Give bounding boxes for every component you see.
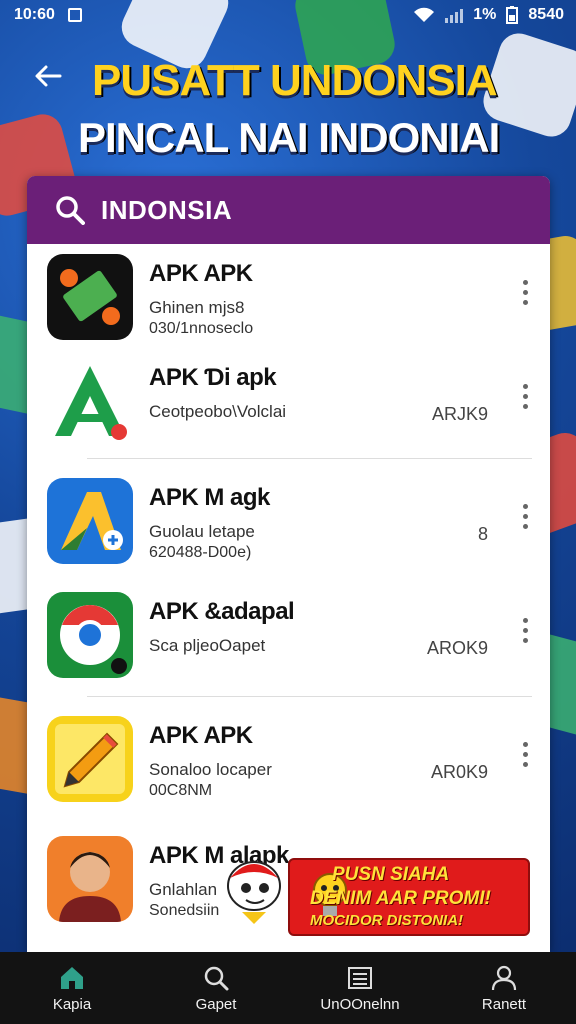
status-time: 10:60 (14, 6, 55, 23)
divider (87, 458, 532, 459)
app-subtitle: Guolau letape (149, 522, 255, 541)
app-subtitle: Sonaloo locaper (149, 760, 272, 779)
signal-icon (445, 7, 464, 23)
app-detail: 030/1nnoseclo (149, 320, 254, 337)
bottom-nav: Kapia Gapet UnOOnelnn Ranett (0, 952, 576, 1024)
search-icon (56, 196, 85, 225)
notification-icon (68, 8, 82, 22)
promo-line-1: PUSN SIAHA (332, 864, 450, 885)
app-detail: Sonedsiin (149, 902, 220, 919)
app-subtitle: Ghinen mjs8 (149, 298, 245, 317)
divider (87, 696, 532, 697)
back-button[interactable] (30, 60, 66, 96)
nav-label: Ranett (481, 995, 527, 1013)
app-subtitle: Sca pljeoOapet (149, 636, 266, 655)
promo-banner[interactable]: PUSN SIAHA DENIM AAR PROMI! MOCIDOR DIST… (222, 852, 532, 942)
nav-item-search[interactable]: Gapet (144, 952, 288, 1024)
app-title: APK &adapal (149, 598, 295, 625)
app-icon-blue-a (47, 478, 133, 564)
app-icon-avatar (47, 836, 133, 922)
list-item[interactable]: APK APK Ghinen mjs8 030/1nnoseclo (27, 244, 550, 354)
promo-line-3: MOCIDOR DISTONIA! (310, 912, 464, 929)
mascot-icon (227, 861, 281, 924)
arrow-left-icon (35, 65, 62, 87)
app-list-card: INDONSIA APK APK Ghinen mjs8 030/1nnosec… (27, 176, 550, 952)
wifi-icon (414, 7, 435, 22)
more-options-icon[interactable] (520, 742, 530, 772)
hero-subtitle: PINCAL NAI INDONIAI (78, 114, 500, 161)
more-options-icon[interactable] (520, 384, 530, 414)
nav-label: Gapet (195, 995, 237, 1013)
app-detail: 00C8NM (149, 782, 213, 799)
more-options-icon[interactable] (520, 504, 530, 534)
search-query[interactable]: INDONSIA (101, 195, 232, 226)
app-meta: AR0K9 (430, 762, 488, 782)
list-icon (348, 966, 372, 989)
app-title: APK M agk (149, 484, 270, 511)
app-subtitle: Gnlahlan (149, 880, 218, 899)
nav-label: UnOOnelnn (320, 995, 400, 1013)
promo-line-2: DENIM AAR PROMI! (310, 888, 491, 909)
nav-item-profile[interactable]: Ranett (432, 952, 576, 1024)
app-title: APK Ɗi apk (149, 364, 277, 391)
status-bar: 10:60 1% 8540 (0, 0, 576, 32)
app-icon-green-a (47, 358, 133, 444)
search-bar[interactable]: INDONSIA (27, 176, 550, 244)
app-icon-green-card (47, 254, 133, 340)
list-item[interactable]: APK M agk Guolau letape 620488-D00e) 8 (27, 468, 550, 578)
app-subtitle: Ceotpeobo\Volclai (149, 402, 287, 421)
more-options-icon[interactable] (520, 280, 530, 310)
list-item[interactable]: APK &adapal Sca pljeoOapet AROK9 (27, 582, 550, 692)
app-icon-chrome (47, 592, 133, 678)
app-icon-pencil (47, 716, 133, 802)
app-meta: AROK9 (426, 638, 488, 658)
more-options-icon[interactable] (520, 618, 530, 648)
app-title: APK APK (149, 260, 253, 287)
app-title: APK APK (149, 722, 253, 749)
home-icon (61, 966, 83, 989)
status-right-text: 8540 (528, 6, 564, 23)
list-item[interactable]: APK Ɗi apk Ceotpeobo\Volclai ARJK9 (27, 348, 550, 458)
profile-icon (491, 965, 517, 990)
nav-label: Kapia (52, 995, 92, 1013)
nav-item-list[interactable]: UnOOnelnn (288, 952, 432, 1024)
hero-title: PUSATT UNDONSIA (92, 56, 498, 105)
search-icon (204, 966, 229, 990)
app-meta: 8 (477, 524, 488, 544)
list-item[interactable]: APK APK Sonaloo locaper 00C8NM AR0K9 (27, 706, 550, 816)
app-detail: 620488-D00e) (149, 544, 252, 561)
battery-percent: 1% (473, 6, 497, 23)
battery-icon (506, 6, 519, 24)
app-meta: ARJK9 (431, 404, 488, 424)
nav-item-home[interactable]: Kapia (0, 952, 144, 1024)
